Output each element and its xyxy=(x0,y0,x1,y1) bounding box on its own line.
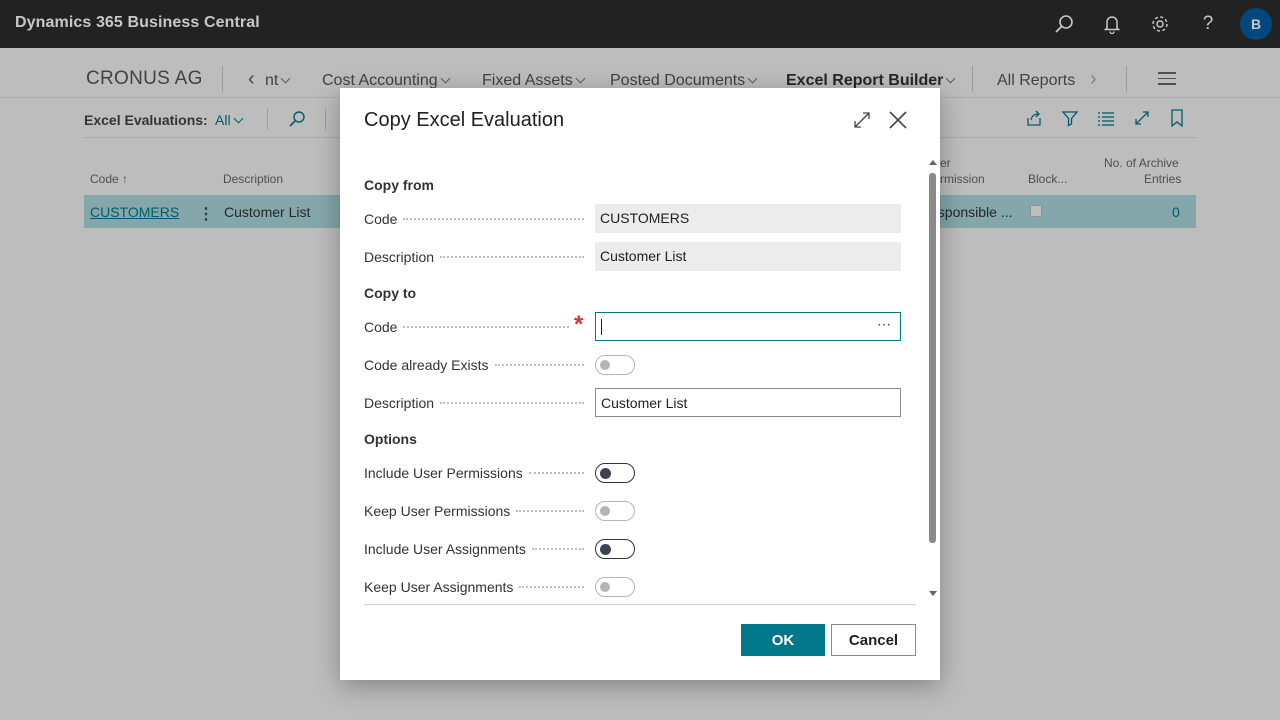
section-options: Options xyxy=(364,431,417,447)
field-label-include-user-assignments: Include User Assignments xyxy=(364,541,584,557)
lookup-ellipsis-icon[interactable]: ⋯ xyxy=(877,316,892,333)
section-copy-to: Copy to xyxy=(364,285,417,301)
from-code-field: CUSTOMERS xyxy=(595,204,901,233)
field-label-keep-user-assignments: Keep User Assignments xyxy=(364,579,584,595)
scrollbar-thumb[interactable] xyxy=(929,173,936,543)
to-code-input[interactable]: ⋯ xyxy=(595,312,901,341)
field-label-code-exists: Code already Exists xyxy=(364,357,584,373)
from-description-field: Customer List xyxy=(595,242,901,271)
dialog-title: Copy Excel Evaluation xyxy=(364,109,565,131)
include-user-permissions-toggle[interactable] xyxy=(595,463,635,483)
close-icon[interactable] xyxy=(887,109,909,131)
ok-button[interactable]: OK xyxy=(741,624,825,656)
section-copy-from: Copy from xyxy=(364,177,434,193)
field-label-keep-user-permissions: Keep User Permissions xyxy=(364,503,584,519)
scroll-down-arrow-icon[interactable] xyxy=(929,591,937,596)
text-caret xyxy=(601,319,602,335)
code-exists-toggle xyxy=(595,355,635,375)
field-label-from-code: Code xyxy=(364,211,584,227)
keep-user-permissions-toggle xyxy=(595,501,635,521)
footer-divider xyxy=(364,604,916,605)
scroll-up-arrow-icon[interactable] xyxy=(929,160,937,165)
field-label-to-description: Description xyxy=(364,395,584,411)
field-label-include-user-permissions: Include User Permissions xyxy=(364,465,584,481)
cancel-button[interactable]: Cancel xyxy=(831,624,916,656)
copy-evaluation-dialog: Copy Excel Evaluation Copy from Code CUS… xyxy=(340,88,940,680)
to-description-input[interactable]: Customer List xyxy=(595,388,901,417)
expand-icon[interactable] xyxy=(852,110,872,130)
field-label-from-description: Description xyxy=(364,249,584,265)
field-label-to-code: Code xyxy=(364,319,569,335)
required-indicator-icon: * xyxy=(574,311,584,338)
keep-user-assignments-toggle xyxy=(595,577,635,597)
include-user-assignments-toggle[interactable] xyxy=(595,539,635,559)
